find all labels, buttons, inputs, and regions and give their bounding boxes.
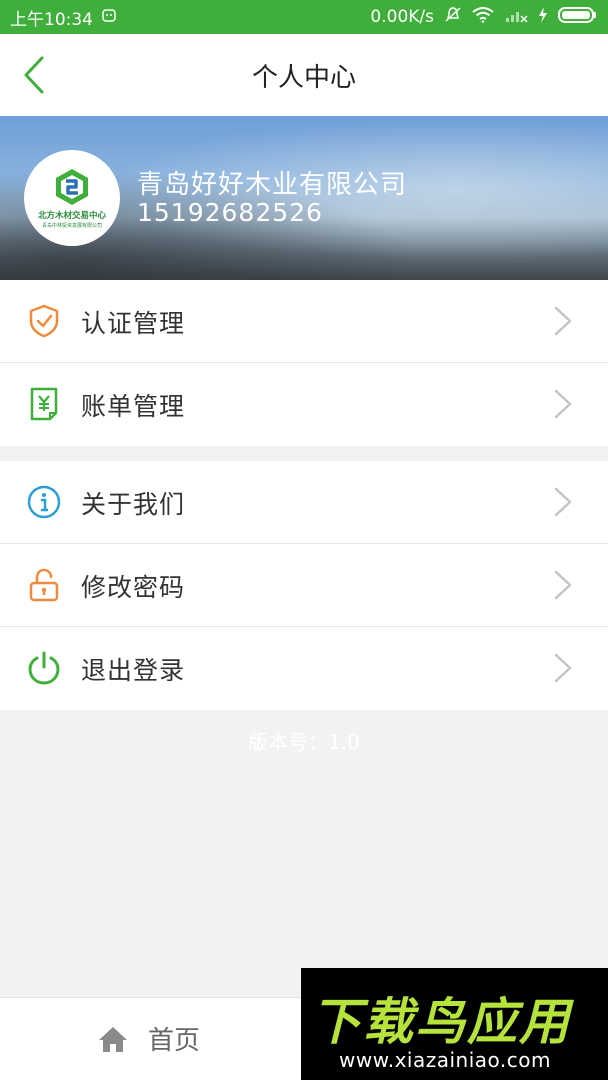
charging-icon bbox=[538, 6, 548, 29]
shield-check-icon bbox=[27, 304, 61, 338]
chevron-left-icon bbox=[24, 56, 44, 94]
avatar-logo-subtext: 青岛中林投资发展有限公司 bbox=[41, 223, 102, 229]
company-name: 青岛好好木业有限公司 bbox=[137, 170, 408, 200]
chevron-right-icon bbox=[554, 570, 572, 600]
menu-label: 修改密码 bbox=[81, 573, 186, 602]
lock-icon bbox=[27, 568, 61, 602]
chevron-right-icon bbox=[554, 306, 572, 336]
watermark-url: www.xiazainiao.com bbox=[339, 1048, 551, 1072]
menu-item-change-password[interactable]: 修改密码 bbox=[0, 544, 608, 627]
info-icon bbox=[27, 485, 61, 519]
chevron-right-icon bbox=[554, 653, 572, 683]
menu-label: 账单管理 bbox=[81, 392, 186, 421]
chevron-right-icon bbox=[554, 389, 572, 419]
nav-home-tab[interactable]: 首页 bbox=[98, 1020, 200, 1057]
notification-app-icon bbox=[101, 7, 117, 28]
status-time: 上午10:34 bbox=[10, 9, 93, 30]
network-speed: 0.00K/s bbox=[370, 7, 434, 27]
version-text: 版本号：1.0 bbox=[248, 730, 360, 754]
chevron-right-icon bbox=[554, 487, 572, 517]
menu-group-account: 认证管理 账单管理 bbox=[0, 280, 608, 446]
company-logo-icon bbox=[56, 169, 88, 205]
menu-item-certification[interactable]: 认证管理 bbox=[0, 280, 608, 363]
wifi-icon bbox=[472, 6, 494, 28]
menu-label: 认证管理 bbox=[81, 309, 186, 338]
back-button[interactable] bbox=[14, 54, 54, 96]
nav-home-label: 首页 bbox=[148, 1026, 201, 1056]
home-icon bbox=[99, 1026, 127, 1052]
page-title: 个人中心 bbox=[251, 62, 356, 93]
menu-item-logout[interactable]: 退出登录 bbox=[0, 627, 608, 710]
app-header: 个人中心 bbox=[0, 34, 608, 116]
menu-item-about-us[interactable]: 关于我们 bbox=[0, 461, 608, 544]
menu-label: 关于我们 bbox=[81, 490, 186, 519]
watermark-title: 下载鸟应用 bbox=[311, 993, 571, 1051]
phone-number: 15192682526 bbox=[137, 198, 323, 227]
menu-group-settings: 关于我们 修改密码 退出登录 bbox=[0, 461, 608, 710]
avatar[interactable]: 北方木材交易中心 青岛中林投资发展有限公司 bbox=[24, 150, 120, 246]
menu-label: 退出登录 bbox=[81, 656, 186, 685]
bell-muted-icon bbox=[444, 6, 462, 29]
battery-icon bbox=[558, 6, 598, 29]
signal-icon bbox=[504, 7, 528, 28]
menu-item-billing[interactable]: 账单管理 bbox=[0, 363, 608, 446]
power-icon bbox=[27, 651, 61, 685]
avatar-logo-text: 北方木材交易中心 bbox=[37, 211, 106, 221]
status-bar: 上午10:34 0.00K/s bbox=[0, 0, 608, 34]
watermark-overlay: 下载鸟应用 www.xiazainiao.com bbox=[301, 968, 608, 1080]
bill-yuan-icon bbox=[27, 387, 61, 421]
